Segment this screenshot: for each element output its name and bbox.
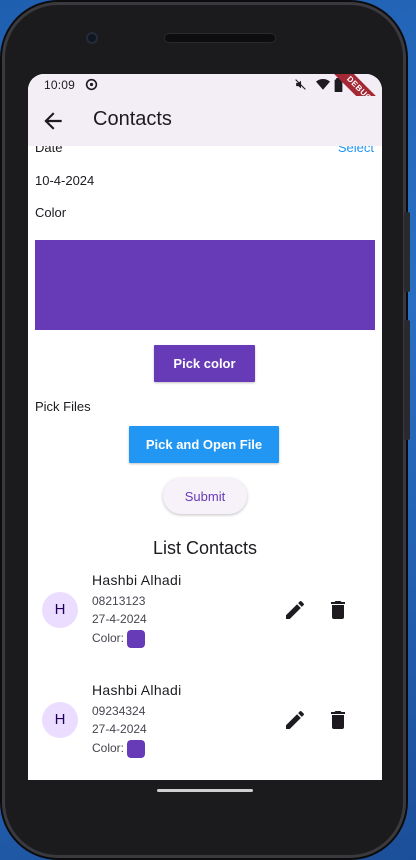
contact-date: 27-4-2024 [92,612,147,626]
front-camera [86,32,98,44]
edit-icon[interactable] [283,708,307,732]
date-value: 10-4-2024 [35,173,95,188]
earpiece-speaker [164,33,276,43]
list-item[interactable]: H Hashbi Alhadi 08213123 27-4-2024 Color… [28,568,382,668]
home-gesture-bar[interactable] [157,789,253,792]
pick-files-label: Pick Files [35,399,91,414]
app-screen: 10:09 DEBUG Contacts Date Select 10-4-20… [28,74,382,780]
wifi-icon [316,78,330,90]
selected-color-preview [35,240,375,330]
list-title: List Contacts [152,538,258,558]
back-arrow-icon[interactable] [40,108,66,134]
status-time: 10:09 [44,78,76,92]
contact-color-label: Color: [92,631,125,646]
delete-icon[interactable] [326,708,350,732]
app-bar: Contacts [28,96,382,146]
avatar: H [42,702,78,738]
contact-name: Hashbi Alhadi [92,572,182,588]
power-button [404,212,410,292]
avatar: H [42,592,78,628]
contact-form: Date Select 10-4-2024 Color Pick color P… [28,146,382,780]
edit-icon[interactable] [283,598,307,622]
volume-button [404,320,410,440]
contact-color-swatch [127,740,146,758]
submit-button[interactable]: Submit [163,478,247,514]
list-item[interactable]: H Hashbi Alhadi 09234324 27-4-2024 Color… [28,678,382,778]
contact-color: Color: [92,630,146,648]
contact-phone: 09234324 [92,704,146,718]
contact-color-label: Color: [92,741,125,756]
pick-file-button[interactable]: Pick and Open File [129,426,279,463]
status-bar: 10:09 DEBUG [28,74,382,126]
contact-color-swatch [127,630,146,648]
contact-phone: 08213123 [92,594,146,608]
color-label: Color [35,205,67,220]
select-date-button[interactable]: Select [338,146,374,155]
contact-color: Color: [92,740,146,758]
mute-icon [295,79,306,90]
contact-name: Hashbi Alhadi [92,682,182,698]
contact-date: 27-4-2024 [92,722,147,736]
pick-color-button[interactable]: Pick color [154,345,255,382]
delete-icon[interactable] [326,598,350,622]
date-label: Date [35,146,63,155]
phone-frame: 10:09 DEBUG Contacts Date Select 10-4-20… [2,2,410,858]
page-title: Contacts [93,108,172,130]
settings-icon [85,78,98,91]
